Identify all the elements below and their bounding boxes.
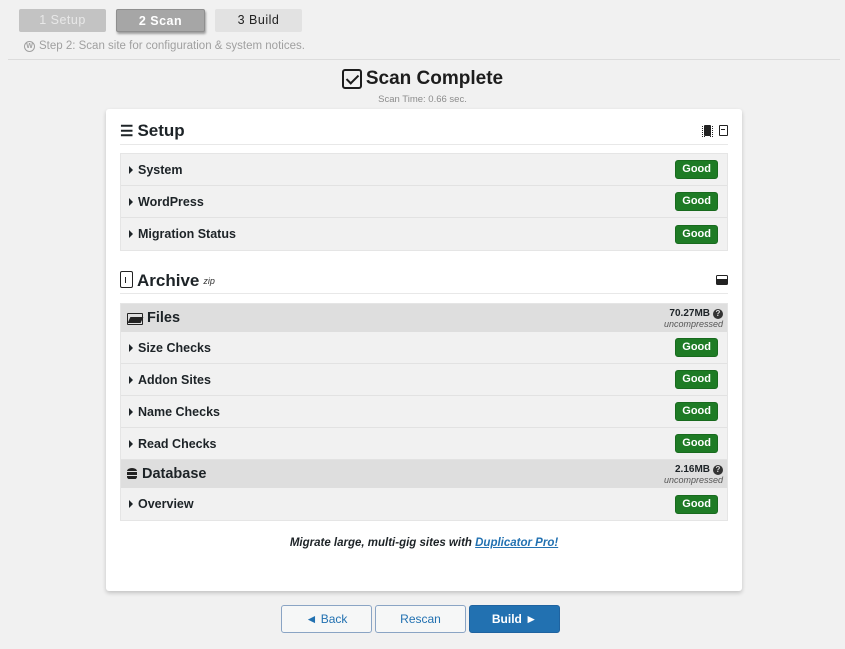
status-badge: Good — [675, 338, 718, 357]
database-item-overview[interactable]: Overview Good — [121, 488, 727, 520]
caret-right-icon — [129, 439, 133, 448]
step-description: W Step 2: Scan site for configuration & … — [24, 40, 305, 52]
files-item-read-checks[interactable]: Read Checks Good — [121, 428, 727, 460]
item-label: Overview — [138, 497, 194, 511]
checklist-icon: ☰ — [120, 122, 134, 140]
status-badge: Good — [675, 434, 718, 453]
divider — [8, 59, 840, 60]
archive-box-icon[interactable] — [716, 274, 728, 285]
status-badge: Good — [675, 402, 718, 421]
setup-section-header: ☰ Setup — [120, 117, 728, 145]
caret-right-icon — [129, 407, 133, 416]
item-label: Migration Status — [138, 227, 236, 241]
files-size: 70.27MB — [669, 308, 710, 319]
caret-right-icon — [129, 500, 133, 508]
duplicator-pro-link[interactable]: Duplicator Pro! — [475, 537, 558, 549]
database-size: 2.16MB — [674, 464, 710, 475]
files-header: Files 70.27MB? uncompressed — [121, 304, 727, 332]
archive-title: Archive zip — [120, 269, 215, 291]
footer-actions: ◄ Back Rescan Build ► — [281, 605, 560, 633]
setup-checks: System Good WordPress Good Migration Sta… — [120, 153, 728, 251]
back-button[interactable]: ◄ Back — [281, 605, 372, 633]
setup-item-system[interactable]: System Good — [121, 154, 727, 186]
server-chip-icon[interactable] — [702, 125, 713, 137]
files-size-note: uncompressed — [663, 319, 723, 329]
rescan-button[interactable]: Rescan — [375, 605, 466, 633]
archive-format: zip — [203, 275, 215, 286]
caret-right-icon — [129, 165, 133, 174]
checkbox-checked-icon — [341, 69, 362, 89]
step-build[interactable]: 3 Build — [215, 9, 302, 32]
setup-title: ☰ Setup — [120, 121, 185, 141]
database-title: Database — [142, 466, 207, 482]
caret-right-icon — [129, 230, 133, 238]
help-icon[interactable]: ? — [713, 465, 723, 475]
item-label: Size Checks — [138, 340, 211, 355]
status-badge: Good — [675, 160, 718, 179]
wordpress-icon: W — [24, 40, 35, 52]
page-title: Scan Complete — [341, 68, 504, 90]
status-badge: Good — [675, 494, 718, 514]
setup-item-migration-status[interactable]: Migration Status Good — [121, 218, 727, 250]
caret-right-icon — [129, 343, 133, 352]
setup-item-wordpress[interactable]: WordPress Good — [121, 186, 727, 218]
database-icon — [127, 468, 137, 480]
promo-text: Migrate large, multi-gig sites with — [289, 537, 476, 549]
files-title: Files — [147, 310, 181, 326]
build-button[interactable]: Build ► — [469, 605, 560, 633]
database-header: Database 2.16MB? uncompressed — [121, 460, 727, 488]
caret-right-icon — [129, 197, 133, 206]
folder-open-icon — [127, 313, 143, 325]
database-size-note: uncompressed — [663, 475, 723, 485]
item-label: Addon Sites — [138, 372, 211, 387]
item-label: System — [138, 162, 183, 177]
item-label: Read Checks — [138, 436, 217, 451]
status-badge: Good — [675, 224, 718, 244]
status-badge: Good — [675, 192, 718, 211]
archive-checks: Files 70.27MB? uncompressed Size Checks … — [120, 303, 728, 521]
scan-time: Scan Time: 0.66 sec. — [378, 94, 467, 105]
step-setup[interactable]: 1 Setup — [19, 9, 106, 32]
archive-section-header: Archive zip — [120, 266, 728, 294]
promo-message: Migrate large, multi-gig sites with Dupl… — [106, 537, 742, 549]
setup-title-text: Setup — [137, 120, 185, 140]
zip-file-icon — [120, 270, 133, 288]
scan-header: Scan Complete Scan Time: 0.66 sec. — [0, 68, 845, 105]
step-tabs: 1 Setup 2 Scan 3 Build — [19, 9, 302, 32]
caret-right-icon — [129, 375, 133, 384]
scan-results-card: ☰ Setup System Good WordPress Good Migra… — [106, 109, 742, 591]
step-description-text: Step 2: Scan site for configuration & sy… — [39, 40, 305, 52]
files-item-name-checks[interactable]: Name Checks Good — [121, 396, 727, 428]
item-label: Name Checks — [138, 404, 220, 419]
help-icon[interactable]: ? — [713, 309, 723, 319]
step-scan[interactable]: 2 Scan — [116, 9, 205, 32]
document-icon[interactable] — [719, 125, 728, 136]
status-badge: Good — [675, 370, 718, 389]
files-item-size-checks[interactable]: Size Checks Good — [121, 332, 727, 364]
files-item-addon-sites[interactable]: Addon Sites Good — [121, 364, 727, 396]
archive-title-text: Archive — [137, 270, 200, 290]
page-title-text: Scan Complete — [365, 68, 504, 89]
item-label: WordPress — [138, 194, 204, 209]
